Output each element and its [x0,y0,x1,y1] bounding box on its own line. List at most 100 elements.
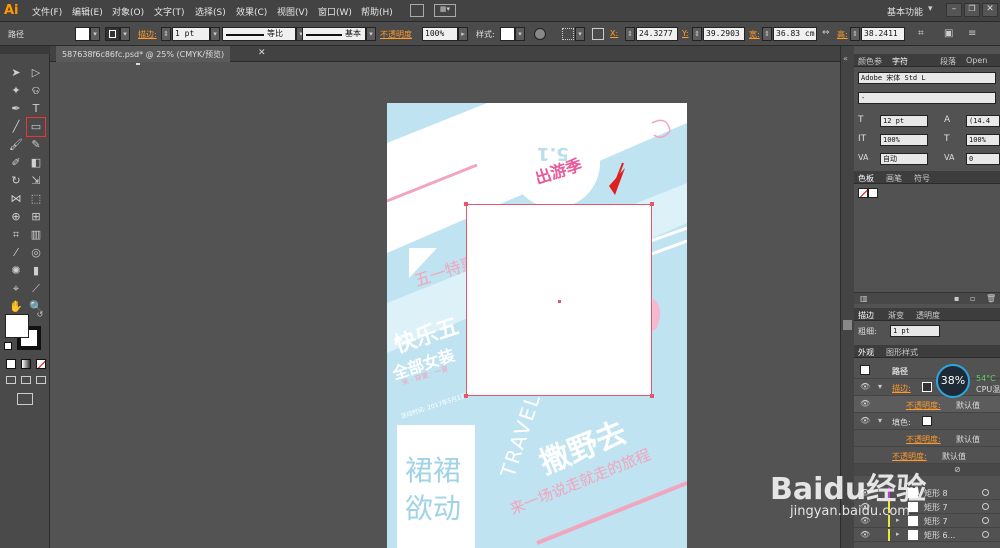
new-swatch-group-icon[interactable]: ▪ [954,294,959,303]
stroke-stepper-icon[interactable]: ⇕ [161,27,171,41]
scale-tool-icon[interactable]: ⇲ [28,174,44,188]
brush-dropdown-icon[interactable]: ▾ [366,27,376,41]
graphic-style-swatch[interactable] [500,27,515,41]
workspace-switcher[interactable]: 基本功能 [887,5,923,18]
kerning-field[interactable]: 自动 [880,153,928,165]
tab-character[interactable]: 字符 [892,56,908,67]
visibility-eye-icon[interactable]: 👁 [860,530,870,539]
align-dropdown-icon[interactable]: ▾ [575,27,585,41]
align-grid-icon[interactable] [562,28,574,40]
font-style-field[interactable]: - [858,92,996,104]
y-stepper-icon[interactable]: ⇕ [692,27,702,41]
tab-paragraph[interactable]: 段落 [940,56,956,67]
direct-selection-tool-icon[interactable]: ▷ [28,66,44,80]
leading-field[interactable]: (14.4 [966,115,1000,127]
draw-inside-icon[interactable] [36,376,46,384]
appearance-opacity-row-2[interactable]: 不透明度: 默认值 [854,430,1000,447]
recolor-artwork-icon[interactable] [534,28,546,40]
menu-effect[interactable]: 效果(C) [236,5,267,18]
panel-scroll-thumb[interactable] [843,320,852,330]
reference-point-icon[interactable] [592,28,604,40]
selected-rectangle[interactable] [464,202,654,398]
artboard[interactable]: 5.1 出游季 五一特惠 快乐五 全部女装 来 · 穿夏 · 一夏 活动时间: … [387,103,687,548]
tab-opentype[interactable]: Open [966,56,987,65]
vertical-scale-field[interactable]: 100% [880,134,928,146]
symbol-sprayer-tool-icon[interactable]: ✺ [8,264,24,278]
eraser-tool-icon[interactable]: ◧ [28,156,44,170]
lasso-tool-icon[interactable]: ଡ [28,84,44,98]
swap-colors-icon[interactable]: ↺ [32,308,48,322]
font-family-field[interactable]: Adobe 宋体 Std L [858,72,996,84]
draw-behind-icon[interactable] [21,376,31,384]
brush-definition[interactable]: 基本 [302,27,366,41]
height-label[interactable]: 高: [837,29,848,40]
swatch-none[interactable] [858,188,868,198]
width-stepper-icon[interactable]: ⇕ [762,27,772,41]
height-stepper-icon[interactable]: ⇕ [850,27,860,41]
stroke-row-swatch[interactable] [922,382,932,392]
layer-name[interactable]: 矩形 7 [924,516,948,527]
color-mode-icon[interactable] [6,359,16,369]
opacity-link-3[interactable]: 不透明度: [892,451,927,462]
handle-top-left-icon[interactable] [464,202,468,206]
menu-window[interactable]: 窗口(W) [318,5,352,18]
appearance-opacity-row-1[interactable]: 👁 不透明度: 默认值 [854,396,1000,413]
tab-swatches[interactable]: 色板 [858,173,874,184]
constrain-proportions-icon[interactable]: ⇔ [822,28,830,38]
menu-file[interactable]: 文件(F) [32,5,62,18]
tab-gradient[interactable]: 渐变 [888,310,904,321]
slice-tool-icon[interactable]: ⟋ [28,282,44,296]
swatch-registration[interactable] [868,188,878,198]
eyedropper-tool-icon[interactable]: ⁄ [8,246,24,260]
gradient-mode-icon[interactable] [21,359,31,369]
appearance-fill-row[interactable]: 👁 ▾ 填色: [854,413,1000,430]
width-label[interactable]: 宽: [749,29,760,40]
perspective-grid-tool-icon[interactable]: ⊞ [28,210,44,224]
menu-view[interactable]: 视图(V) [277,5,308,18]
stroke-row-label[interactable]: 描边: [892,383,911,394]
visibility-eye-icon[interactable]: 👁 [860,382,870,391]
stroke-width-field[interactable]: 1 pt [172,27,210,41]
tab-color-guide[interactable]: 颜色参 [858,56,882,67]
hand-tool-icon[interactable]: ✋ [8,300,24,314]
column-graph-tool-icon[interactable]: ▮ [28,264,44,278]
none-mode-icon[interactable] [36,359,46,369]
gradient-tool-icon[interactable]: ▥ [28,228,44,242]
opacity-link-1[interactable]: 不透明度: [906,400,941,411]
menu-type[interactable]: 文字(T) [154,5,185,18]
tracking-field[interactable]: 0 [966,153,1000,165]
line-tool-icon[interactable]: ╱ [8,120,24,134]
y-label[interactable]: Y: [682,29,689,38]
opacity-link-2[interactable]: 不透明度: [906,434,941,445]
stroke-swatch[interactable] [105,27,120,41]
screen-mode-icon[interactable] [17,393,33,405]
stroke-dropdown-icon[interactable]: ▾ [120,27,130,41]
close-tab-icon[interactable]: ✕ [258,48,266,58]
menu-select[interactable]: 选择(S) [195,5,226,18]
workspace-dropdown-icon[interactable]: ▾ [928,4,933,14]
font-size-field[interactable]: 12 pt [880,115,928,127]
menu-help[interactable]: 帮助(H) [361,5,393,18]
variable-width-profile[interactable]: 等比 [222,27,296,41]
expand-triangle-icon[interactable]: ▸ [896,530,900,538]
expand-triangle-icon[interactable]: ▾ [878,416,882,425]
visibility-eye-icon[interactable]: 👁 [860,399,870,408]
type-tool-icon[interactable]: T [28,102,44,116]
pencil-tool-icon[interactable]: ✎ [28,138,44,152]
height-field[interactable]: 38.2411 [861,27,905,41]
new-swatch-icon[interactable]: ▫ [970,294,975,303]
x-field[interactable]: 24.3277 [636,27,678,41]
style-dropdown-icon[interactable]: ▾ [515,27,525,41]
handle-bottom-left-icon[interactable] [464,394,468,398]
layer-name[interactable]: 矩形 8 [924,488,948,499]
pen-tool-icon[interactable]: ✒ [8,102,24,116]
paintbrush-tool-icon[interactable]: 🖌 [8,138,24,152]
fill-row-swatch[interactable] [922,416,932,426]
blend-tool-icon[interactable]: ◎ [28,246,44,260]
horizontal-scale-field[interactable]: 100% [966,134,1000,146]
panel-menu-icon[interactable]: ≡ [968,28,976,39]
free-transform-tool-icon[interactable]: ⬚ [28,192,44,206]
tab-symbols[interactable]: 符号 [914,173,930,184]
fill-swatch[interactable] [75,27,90,41]
restore-icon[interactable]: ❐ [964,3,980,17]
